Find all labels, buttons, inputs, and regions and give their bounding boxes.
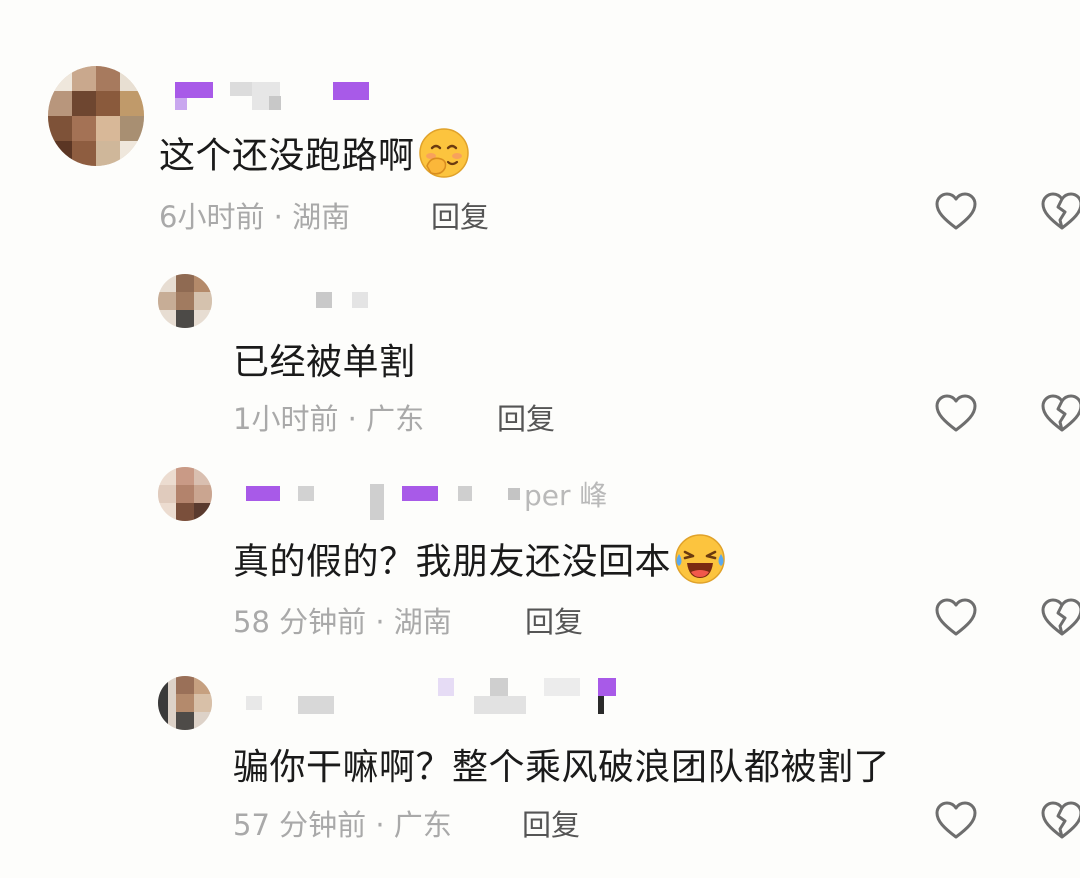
reply-button[interactable]: 回复 [522, 802, 580, 844]
meta-separator: · [273, 200, 283, 234]
comment-text: 已经被单割 [233, 342, 416, 383]
heart-outline-icon[interactable] [934, 190, 978, 234]
username-redacted[interactable] [246, 678, 622, 716]
broken-heart-icon[interactable] [1040, 799, 1080, 843]
heart-outline-icon[interactable] [934, 392, 978, 436]
comment-text: 这个还没跑路啊 [159, 126, 471, 189]
shy-smile-emoji [417, 126, 471, 189]
timestamp: 6小时前 [159, 200, 265, 234]
reply-button[interactable]: 回复 [431, 194, 489, 236]
username-redacted[interactable] [316, 292, 376, 312]
timestamp: 57 分钟前 [233, 808, 367, 842]
avatar[interactable] [48, 66, 144, 166]
comment-text: 骗你干嘛啊？整个乘风破浪团队都被割了 [233, 747, 891, 788]
location: 广东 [366, 402, 425, 436]
broken-heart-icon[interactable] [1040, 596, 1080, 640]
comment-meta: 1小时前 · 广东 [233, 396, 424, 438]
heart-outline-icon[interactable] [934, 596, 978, 640]
timestamp: 58 分钟前 [233, 605, 367, 639]
avatar[interactable] [158, 676, 212, 730]
reply-button[interactable]: 回复 [497, 396, 555, 438]
meta-separator: · [375, 605, 385, 639]
heart-outline-icon[interactable] [934, 799, 978, 843]
meta-separator: · [347, 402, 357, 436]
comment-meta: 6小时前 · 湖南 [159, 194, 350, 236]
avatar[interactable] [158, 274, 212, 328]
comment-meta: 58 分钟前 · 湖南 [233, 599, 452, 641]
crying-laughing-emoji [673, 532, 727, 595]
reply-button[interactable]: 回复 [525, 599, 583, 641]
username-redacted[interactable] [246, 484, 520, 520]
comment-text: 真的假的？我朋友还没回本 [233, 532, 727, 595]
meta-separator: · [375, 808, 385, 842]
broken-heart-icon[interactable] [1040, 190, 1080, 234]
username-suffix[interactable]: per 峰 [524, 474, 607, 514]
comment-meta: 57 分钟前 · 广东 [233, 802, 452, 844]
timestamp: 1小时前 [233, 402, 339, 436]
broken-heart-icon[interactable] [1040, 392, 1080, 436]
username-redacted[interactable] [175, 82, 375, 112]
location: 广东 [393, 808, 452, 842]
avatar[interactable] [158, 467, 212, 521]
location: 湖南 [393, 605, 452, 639]
location: 湖南 [292, 200, 351, 234]
